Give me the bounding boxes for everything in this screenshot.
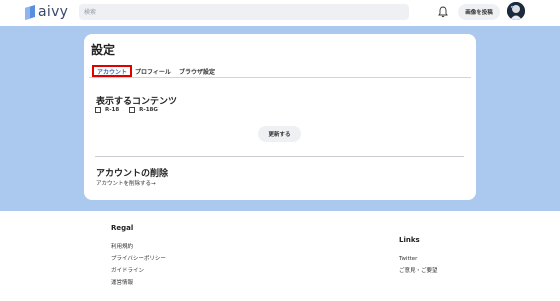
footer-links-title: Links bbox=[399, 236, 420, 244]
post-image-button[interactable]: 画像を投稿 bbox=[458, 4, 500, 20]
settings-tabs: アカウント プロフィール ブラウザ設定 bbox=[89, 65, 471, 78]
section-divider bbox=[95, 156, 464, 157]
footer-link-terms[interactable]: 利用規約 bbox=[111, 241, 166, 253]
delete-account-link[interactable]: アカウントを削除する→ bbox=[96, 179, 156, 187]
footer-brand: Regal bbox=[111, 224, 134, 232]
option-r18[interactable]: R-18 bbox=[95, 107, 119, 113]
content-section-title: 表示するコンテンツ bbox=[96, 97, 178, 107]
tab-profile[interactable]: プロフィール bbox=[135, 67, 171, 76]
content-options: R-18 R-18G bbox=[95, 107, 168, 113]
update-button[interactable]: 更新する bbox=[258, 126, 301, 142]
footer-link-operator[interactable]: 運営情報 bbox=[111, 277, 166, 289]
search-placeholder: 検索 bbox=[84, 9, 97, 16]
logo-icon bbox=[25, 4, 35, 20]
top-bar: aivy 検索 画像を投稿 bbox=[0, 0, 560, 26]
footer-brand-links: 利用規約 プライバシーポリシー ガイドライン 運営情報 bbox=[111, 241, 166, 289]
footer-link-feedback[interactable]: ご意見・ご要望 bbox=[399, 265, 438, 277]
footer: Regal 利用規約 プライバシーポリシー ガイドライン 運営情報 Links … bbox=[0, 211, 560, 301]
delete-section-title: アカウントの削除 bbox=[96, 169, 169, 179]
logo[interactable]: aivy bbox=[25, 4, 68, 20]
bell-icon[interactable] bbox=[438, 6, 448, 18]
checkbox-r18[interactable] bbox=[95, 107, 101, 113]
option-r18-label: R-18 bbox=[105, 107, 120, 113]
option-r18g-label: R-18G bbox=[139, 107, 158, 113]
footer-link-guidelines[interactable]: ガイドライン bbox=[111, 265, 166, 277]
tab-browser-settings[interactable]: ブラウザ設定 bbox=[179, 67, 215, 76]
checkbox-r18g[interactable] bbox=[129, 107, 136, 113]
avatar[interactable] bbox=[507, 2, 525, 20]
footer-external-links: Twitter ご意見・ご要望 bbox=[399, 253, 438, 277]
option-r18g[interactable]: R-18G bbox=[129, 107, 158, 113]
search-input[interactable]: 検索 bbox=[79, 4, 409, 20]
settings-card: 設定 アカウント プロフィール ブラウザ設定 表示するコンテンツ R-18 R-… bbox=[84, 34, 476, 200]
logo-text: aivy bbox=[38, 4, 69, 20]
tab-account[interactable]: アカウント bbox=[92, 65, 133, 77]
footer-link-privacy[interactable]: プライバシーポリシー bbox=[111, 253, 166, 265]
avatar-image bbox=[507, 2, 525, 20]
page-title: 設定 bbox=[91, 43, 116, 57]
footer-link-twitter[interactable]: Twitter bbox=[399, 253, 438, 265]
